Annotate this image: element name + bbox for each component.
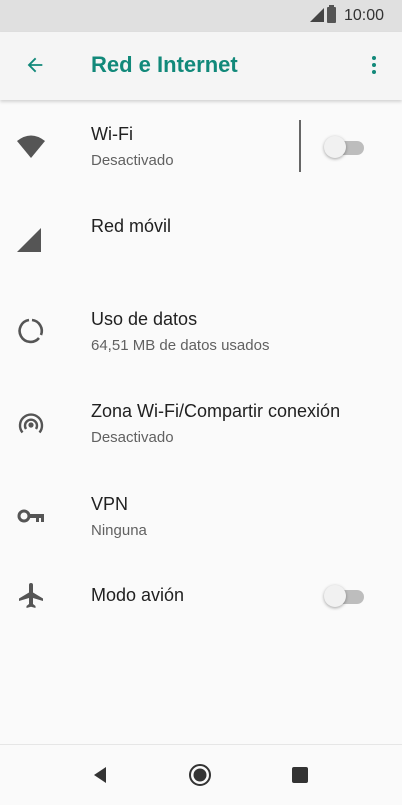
navigation-bar [0,744,402,805]
list-item-data-usage[interactable]: Uso de datos 64,51 MB de datos usados [0,295,402,375]
app-bar: Red e Internet [0,32,402,100]
wifi-label: Wi-Fi [91,124,133,144]
vpn-key-icon [17,509,44,523]
cellular-signal-icon [310,8,324,22]
hotspot-label: Zona Wi-Fi/Compartir conexión [91,401,341,421]
hotspot-status: Desactivado [91,429,174,446]
data-usage-icon [18,318,44,344]
wifi-status: Desactivado [91,152,174,169]
wifi-icon [17,135,45,158]
list-item-vpn[interactable]: VPN Ninguna [0,480,402,560]
list-item-hotspot[interactable]: Zona Wi-Fi/Compartir conexión Desactivad… [0,387,402,467]
battery-icon [327,5,336,23]
more-vert-icon[interactable] [364,52,384,80]
wifi-toggle[interactable] [324,136,368,158]
mobile-network-label: Red móvil [91,216,172,236]
airplane-mode-toggle[interactable] [324,585,368,607]
vpn-label: VPN [91,494,129,514]
divider [299,120,301,172]
arrow-back-icon[interactable] [24,54,46,76]
nav-home-icon[interactable] [188,763,212,787]
nav-recents-icon[interactable] [288,763,312,787]
list-item-mobile-network[interactable]: Red móvil [0,200,402,280]
cellular-signal-icon [17,228,41,252]
status-bar: 10:00 [0,0,402,32]
vpn-status: Ninguna [91,522,147,539]
hotspot-icon [18,413,44,434]
status-time: 10:00 [344,7,385,24]
airplane-mode-label: Modo avión [91,585,185,605]
data-usage-detail: 64,51 MB de datos usados [91,337,270,354]
data-usage-label: Uso de datos [91,309,198,329]
nav-back-icon[interactable] [88,763,112,787]
page-title: Red e Internet [91,52,238,77]
airplane-icon [19,583,43,608]
